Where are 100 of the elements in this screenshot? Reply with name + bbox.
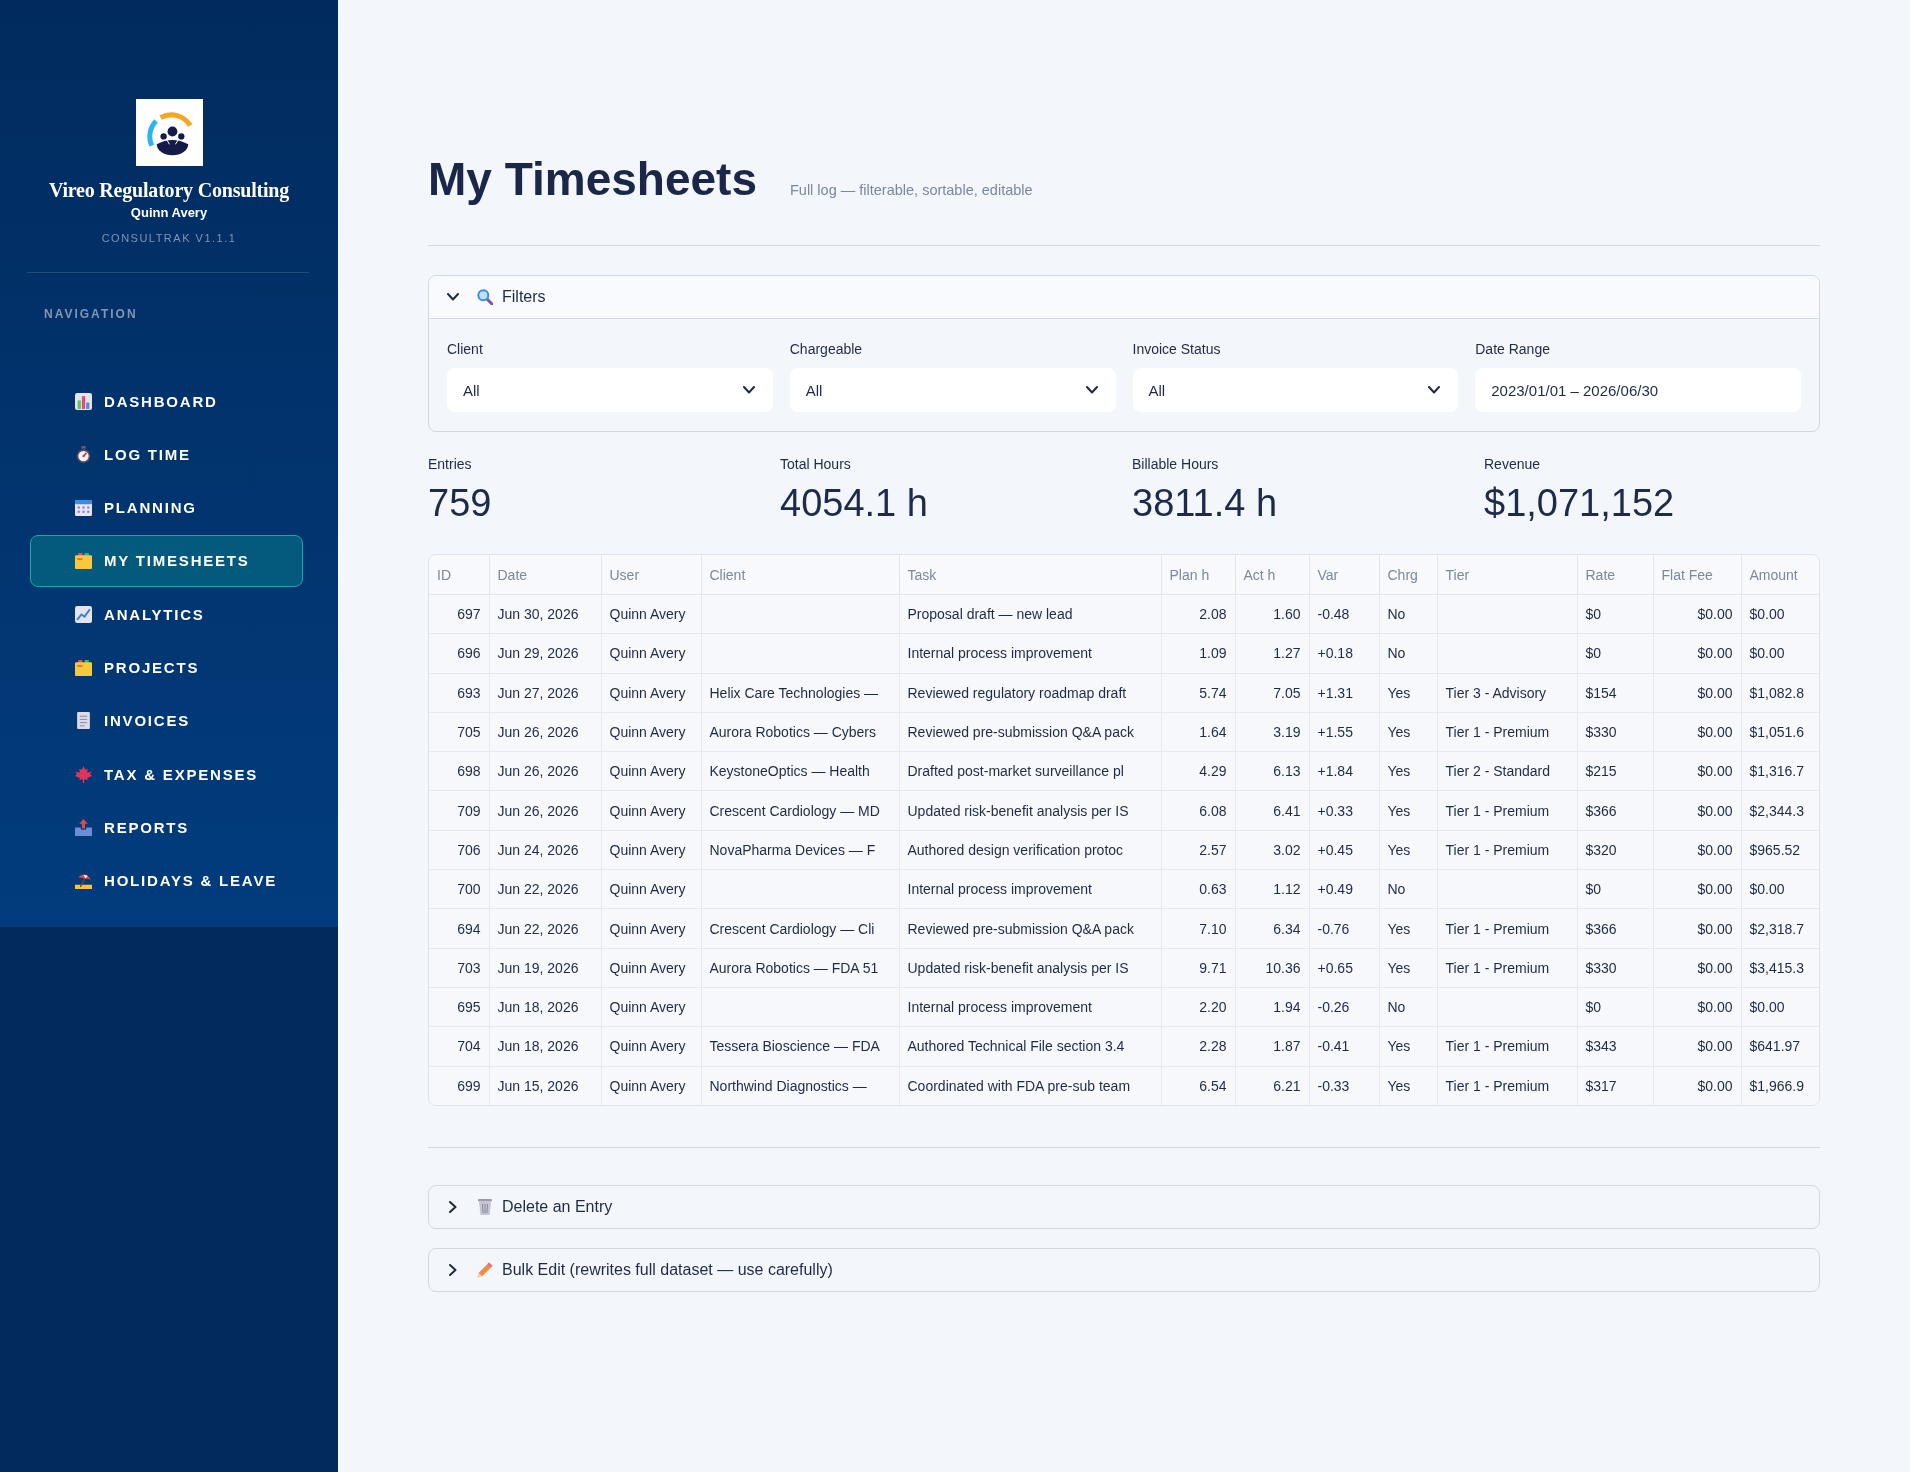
nav-item[interactable]: HOLIDAYS & LEAVE [30,854,303,907]
chevron-down-icon [1085,386,1098,394]
table-cell: Jun 22, 2026 [489,869,601,909]
column-header[interactable]: Task [899,555,1161,595]
table-cell: $0.00 [1653,751,1741,791]
table-cell: Quinn Avery [601,594,701,634]
table-cell: Quinn Avery [601,948,701,988]
nav-item[interactable]: MY TIMESHEETS [30,534,303,587]
metric-value: $1,071,152 [1484,481,1675,526]
column-header[interactable]: Act h [1235,555,1309,595]
table-cell: Tier 3 - Advisory [1437,673,1577,713]
table-cell: 1.64 [1161,712,1235,752]
table-cell: 2.28 [1161,1026,1235,1067]
table-cell: Quinn Avery [601,673,701,713]
nav-item[interactable]: TAX & EXPENSES [30,748,303,801]
nav-item[interactable]: LOG TIME [30,428,303,481]
table-cell: Proposal draft — new lead [899,594,1161,634]
table-cell: -0.33 [1309,1066,1379,1105]
field-label: Client [447,340,483,358]
column-header[interactable]: Tier [1437,555,1577,595]
column-header[interactable]: ID [429,555,489,595]
table-cell: +1.84 [1309,751,1379,791]
date-range-field[interactable]: 2023/01/01 – 2026/06/30 [1475,368,1801,412]
field-label: Invoice Status [1132,340,1221,358]
table-cell: 1.87 [1235,1026,1309,1067]
table-cell: $330 [1577,712,1653,752]
wastebasket-icon [477,1198,493,1215]
table-cell: +0.33 [1309,791,1379,831]
table-cell: $3,415.3 [1741,948,1819,988]
table-cell: No [1379,594,1437,634]
table-cell: $0.00 [1653,908,1741,949]
nav-item[interactable]: INVOICES [30,694,303,747]
column-header[interactable]: Rate [1577,555,1653,595]
metric-value: 759 [428,481,492,526]
chevron-down-icon [447,293,459,301]
table-cell: +1.31 [1309,673,1379,713]
search-icon [477,289,493,305]
table-cell: 703 [429,948,489,988]
table-cell: 709 [429,791,489,831]
table-cell: Reviewed regulatory roadmap draft [899,673,1161,713]
table-cell: Quinn Avery [601,830,701,870]
table-cell: Quinn Avery [601,1066,701,1105]
table-cell: Yes [1379,712,1437,752]
line-chart-icon [75,605,92,623]
column-header[interactable]: User [601,555,701,595]
nav-item[interactable]: DASHBOARD [30,375,303,427]
table-cell: 3.02 [1235,830,1309,870]
select-field[interactable]: All [447,368,773,412]
table-cell: 706 [429,830,489,870]
table-cell: 1.27 [1235,633,1309,674]
table-cell: $1,316.7 [1741,751,1819,791]
table-cell: 7.10 [1161,908,1235,949]
table-cell: $1,082.8 [1741,673,1819,713]
table-cell: -0.26 [1309,987,1379,1027]
table-cell: $0.00 [1653,1026,1741,1067]
table-cell: 695 [429,987,489,1027]
expander-header[interactable]: Bulk Edit (rewrites full dataset — use carefully) [428,1247,1820,1292]
table-cell: $0.00 [1653,987,1741,1027]
nav-item[interactable]: ANALYTICS [30,588,303,641]
select-field[interactable]: All [1132,368,1459,412]
table-cell: $330 [1577,948,1653,988]
table-cell: +0.18 [1309,633,1379,674]
table-cell: 698 [429,751,489,791]
table-cell: Quinn Avery [601,633,701,674]
page-title: My Timesheets [428,152,757,207]
table-cell: Internal process improvement [899,869,1161,909]
table-cell: 6.13 [1235,751,1309,791]
chevron-right-icon [449,1263,457,1276]
beach-umbrella-icon [75,872,92,890]
table-cell: 3.19 [1235,712,1309,752]
table-cell: Jun 18, 2026 [489,987,601,1027]
table-cell: $0.00 [1653,869,1741,909]
table-cell: $0.00 [1653,594,1741,634]
table-cell: Jun 18, 2026 [489,1026,601,1067]
table-cell: Reviewed pre-submission Q&A pack [899,712,1161,752]
column-header[interactable]: Date [489,555,601,595]
nav-item[interactable]: PROJECTS [30,641,303,694]
select-field[interactable]: All [789,368,1116,412]
table-cell: Tier 1 - Premium [1437,830,1577,870]
column-header[interactable]: Plan h [1161,555,1235,595]
table-cell: Jun 26, 2026 [489,712,601,752]
expander-header[interactable]: Filters [429,276,1819,319]
table-cell: Quinn Avery [601,1026,701,1067]
table-cell: 1.12 [1235,869,1309,909]
nav-item[interactable]: REPORTS [30,801,303,854]
column-header[interactable]: Var [1309,555,1379,595]
table-cell: KeystoneOptics — Health [701,751,899,791]
table-cell: 699 [429,1066,489,1105]
table-cell: Quinn Avery [601,712,701,752]
table-cell: -0.41 [1309,1026,1379,1067]
column-header[interactable]: Chrg [1379,555,1437,595]
table-cell: $1,051.6 [1741,712,1819,752]
table-cell: $0.00 [1741,869,1819,909]
nav-item[interactable]: PLANNING [30,481,303,534]
column-header[interactable]: Client [701,555,899,595]
table-cell: Tier 1 - Premium [1437,791,1577,831]
expander-header[interactable]: Delete an Entry [428,1184,1820,1229]
table-cell: Drafted post-market surveillance pl [899,751,1161,791]
table-cell: $0.00 [1653,791,1741,831]
table-cell: Aurora Robotics — Cybers [701,712,899,752]
